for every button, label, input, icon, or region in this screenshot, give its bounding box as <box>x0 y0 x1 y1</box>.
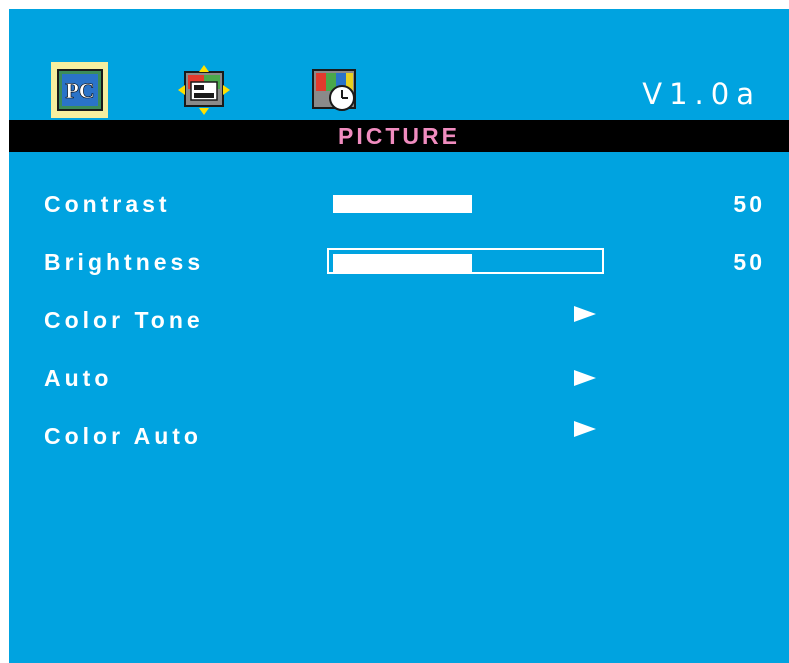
pc-icon-label: PC <box>65 78 94 103</box>
pc-icon: PC <box>56 69 103 111</box>
firmware-version: V1.0a <box>642 77 761 111</box>
tab-time[interactable] <box>310 62 360 118</box>
brightness-label: Brightness <box>44 249 205 275</box>
color-auto-label[interactable]: Color Auto <box>44 423 202 450</box>
contrast-label: Contrast <box>44 191 171 217</box>
clock-icon <box>312 69 356 111</box>
brightness-slider-fill <box>333 254 472 272</box>
tab-position[interactable] <box>178 62 230 118</box>
brightness-value: 50 <box>733 249 765 275</box>
color-tone-label[interactable]: Color Tone <box>44 307 204 334</box>
contrast-value: 50 <box>733 191 765 217</box>
page-title: PICTURE <box>9 120 789 152</box>
auto-arrow-icon[interactable] <box>574 370 596 386</box>
brightness-slider[interactable] <box>327 248 604 274</box>
auto-label[interactable]: Auto <box>44 365 112 392</box>
position-icon <box>178 65 230 115</box>
contrast-slider-fill <box>333 195 472 213</box>
osd-menu: PC V1.0a PICTURE Contrast 50 Brightness … <box>9 9 789 663</box>
contrast-slider[interactable] <box>327 191 604 217</box>
color-auto-arrow-icon[interactable] <box>574 421 596 437</box>
tab-picture[interactable]: PC <box>51 62 108 118</box>
color-tone-arrow-icon[interactable] <box>574 306 596 322</box>
